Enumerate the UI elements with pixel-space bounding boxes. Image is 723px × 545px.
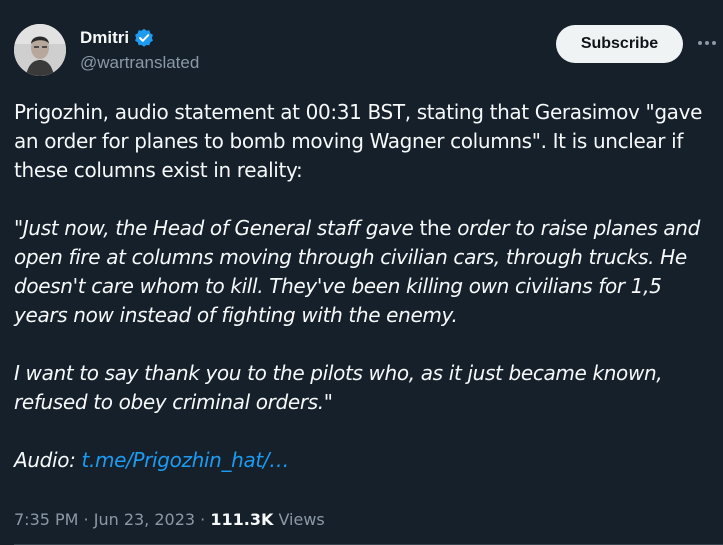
meta-separator: · bbox=[195, 510, 211, 529]
author-display-name[interactable]: Dmitri bbox=[80, 28, 129, 48]
tweet-text: Prigozhin, audio statement at 00:31 BST,… bbox=[14, 98, 714, 475]
author-name-row[interactable]: Dmitri bbox=[80, 28, 154, 48]
tweet-card: Dmitri @wartranslated Subscribe Prigozhi… bbox=[0, 0, 723, 545]
author-handle[interactable]: @wartranslated bbox=[80, 53, 199, 73]
tweet-meta: 7:35 PM · Jun 23, 2023 · 111.3K Views bbox=[14, 510, 325, 529]
audio-link[interactable]: t.me/Prigozhin_hat/… bbox=[82, 448, 290, 472]
meta-separator: · bbox=[78, 510, 94, 529]
tweet-time[interactable]: 7:35 PM bbox=[14, 510, 78, 529]
subscribe-button[interactable]: Subscribe bbox=[556, 25, 683, 63]
quote-text: "Just now, the Head of General staff gav… bbox=[14, 216, 420, 240]
more-horizontal-icon[interactable] bbox=[696, 32, 718, 54]
quote-paragraph: I want to say thank you to the pilots wh… bbox=[14, 361, 663, 414]
tweet-date[interactable]: Jun 23, 2023 bbox=[94, 510, 195, 529]
avatar[interactable] bbox=[14, 24, 66, 76]
audio-line: Audio: t.me/Prigozhin_hat/… bbox=[14, 446, 714, 475]
quote-text-upright: the bbox=[419, 216, 452, 240]
verified-badge-icon bbox=[134, 28, 154, 48]
avatar-portrait-icon bbox=[14, 24, 66, 76]
quote-paragraph: "Just now, the Head of General staff gav… bbox=[14, 214, 714, 330]
audio-label: Audio: bbox=[14, 448, 82, 472]
views-label: Views bbox=[273, 510, 325, 529]
tweet-paragraph: Prigozhin, audio statement at 00:31 BST,… bbox=[14, 100, 703, 182]
views-count[interactable]: 111.3K bbox=[210, 510, 273, 529]
